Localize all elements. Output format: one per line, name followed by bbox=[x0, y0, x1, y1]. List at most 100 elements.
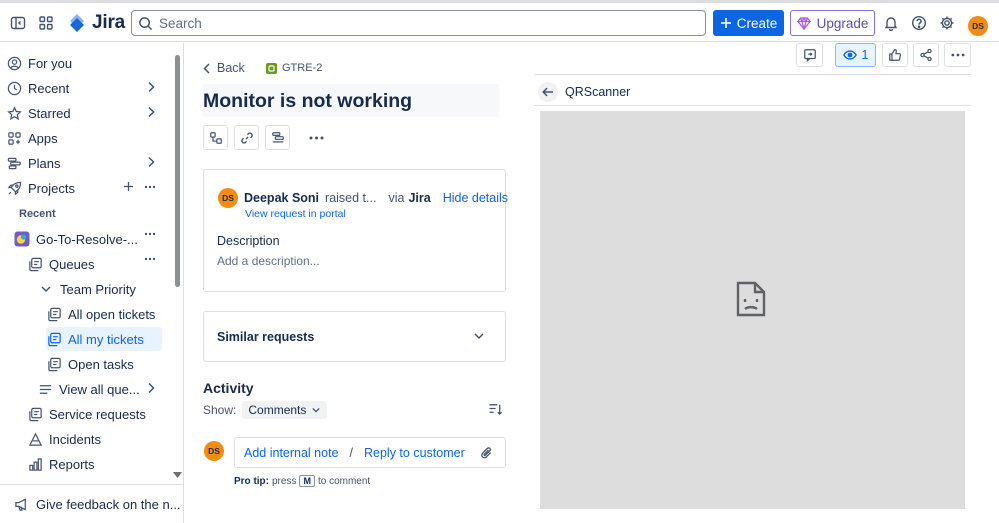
sidebar-item-queues[interactable]: Queues bbox=[27, 252, 164, 276]
create-label: Create bbox=[736, 15, 778, 31]
issue-title[interactable]: Monitor is not working bbox=[203, 84, 499, 117]
more-actions-icon[interactable] bbox=[144, 232, 156, 236]
reply-to-customer-button[interactable]: Reply to customer bbox=[364, 446, 465, 460]
more-actions-button[interactable] bbox=[304, 125, 328, 150]
back-label: Back bbox=[217, 61, 245, 75]
chevron-down-icon bbox=[312, 407, 321, 413]
add-project-plus-icon[interactable] bbox=[123, 181, 134, 192]
sidebar-item-incidents[interactable]: Incidents bbox=[27, 427, 164, 451]
sidebar-item-recent[interactable]: Recent bbox=[6, 76, 164, 100]
sidebar-scrollbar-thumb[interactable] bbox=[175, 55, 180, 287]
view-request-in-portal-link[interactable]: View request in portal bbox=[245, 208, 346, 220]
like-button[interactable] bbox=[882, 43, 908, 67]
activity-filter-dropdown[interactable]: Comments bbox=[242, 401, 328, 419]
sidebar-item-label: All my tickets bbox=[68, 331, 144, 347]
sidebar-item-service-requests[interactable]: Service requests bbox=[27, 402, 164, 426]
link-issue-button[interactable] bbox=[234, 125, 259, 150]
queue-icon bbox=[46, 356, 62, 372]
sidebar-item-starred[interactable]: Starred bbox=[6, 101, 164, 125]
chevron-right-icon[interactable] bbox=[146, 156, 156, 168]
link-icon bbox=[240, 131, 253, 144]
user-avatar[interactable]: DS bbox=[968, 16, 988, 36]
share-button[interactable] bbox=[913, 43, 939, 67]
comment-editor[interactable]: Add internal note / Reply to customer bbox=[234, 437, 506, 468]
sidebar: For you Recent Starred Apps Plans Projec… bbox=[0, 43, 184, 523]
sidebar-item-all-my-tickets[interactable]: All my tickets bbox=[46, 327, 162, 351]
more-horizontal-icon bbox=[950, 53, 965, 57]
sidebar-item-label: Apps bbox=[28, 130, 58, 146]
add-internal-note-button[interactable]: Add internal note bbox=[244, 446, 339, 460]
sidebar-item-projects[interactable]: Projects bbox=[6, 176, 164, 200]
sidebar-item-team-priority[interactable]: Team Priority bbox=[38, 277, 164, 301]
reporter-avatar[interactable]: DS bbox=[218, 188, 238, 208]
sidebar-project-go-to-resolve[interactable]: Go-To-Resolve-... bbox=[14, 227, 164, 251]
activity-filter-row: Show: Comments bbox=[203, 401, 328, 419]
chevron-right-icon[interactable] bbox=[146, 106, 156, 118]
give-feedback-button[interactable]: Give feedback on the n... bbox=[0, 484, 183, 523]
arrow-left-icon bbox=[542, 87, 553, 97]
protip-press: press bbox=[272, 475, 297, 487]
hide-details-link[interactable]: Hide details bbox=[443, 191, 508, 205]
sidebar-item-open-tasks[interactable]: Open tasks bbox=[46, 352, 164, 376]
upgrade-label: Upgrade bbox=[816, 15, 869, 31]
feedback-panel-button[interactable] bbox=[796, 43, 823, 67]
app-switcher-icon[interactable] bbox=[35, 12, 57, 34]
search-icon bbox=[139, 16, 153, 30]
apps-grid-icon bbox=[6, 130, 22, 146]
app-name: Jira bbox=[92, 12, 126, 33]
sidebar-item-label: Starred bbox=[28, 105, 71, 121]
eye-icon bbox=[842, 50, 857, 60]
sidebar-item-label: Service requests bbox=[49, 406, 146, 422]
panel-divider bbox=[534, 105, 971, 106]
chevron-right-icon[interactable] bbox=[146, 382, 156, 394]
gem-icon bbox=[796, 16, 811, 30]
reporter-name[interactable]: Deepak Soni bbox=[244, 191, 319, 205]
search-input[interactable]: Search bbox=[131, 10, 706, 36]
issue-key-link[interactable]: GTRE-2 bbox=[266, 62, 322, 74]
description-label: Description bbox=[217, 234, 280, 248]
watch-button[interactable]: 1 bbox=[835, 43, 876, 67]
settings-gear-icon[interactable] bbox=[936, 12, 958, 34]
sidebar-item-label: Queues bbox=[49, 256, 95, 272]
sidebar-item-for-you[interactable]: For you bbox=[6, 51, 164, 75]
more-horizontal-icon bbox=[309, 136, 323, 139]
sidebar-item-view-all-queues[interactable]: View all que... bbox=[37, 377, 164, 401]
plans-icon bbox=[6, 155, 22, 171]
sidebar-item-label: Plans bbox=[28, 155, 61, 171]
help-icon[interactable] bbox=[908, 12, 930, 34]
sidebar-item-reports[interactable]: Reports bbox=[27, 452, 164, 476]
sidebar-item-label: Team Priority bbox=[60, 281, 136, 297]
chevron-down-icon[interactable] bbox=[473, 331, 485, 341]
upgrade-button[interactable]: Upgrade bbox=[790, 10, 875, 36]
app-iframe[interactable] bbox=[540, 111, 965, 509]
recent-section-label: Recent bbox=[19, 208, 56, 220]
hierarchy-icon bbox=[209, 131, 222, 144]
panel-back-button[interactable] bbox=[538, 82, 558, 102]
sort-order-icon[interactable] bbox=[488, 402, 503, 416]
sidebar-item-all-open-tickets[interactable]: All open tickets bbox=[46, 302, 164, 326]
child-issue-button[interactable] bbox=[203, 125, 228, 150]
clock-icon bbox=[6, 80, 22, 96]
sidebar-toggle-icon[interactable] bbox=[7, 12, 29, 34]
sidebar-item-label: Recent bbox=[28, 80, 70, 96]
sidebar-item-plans[interactable]: Plans bbox=[6, 151, 164, 175]
scroll-down-arrow-icon[interactable] bbox=[173, 472, 182, 479]
attachment-paperclip-icon[interactable] bbox=[480, 446, 493, 460]
more-actions-icon[interactable] bbox=[144, 257, 156, 261]
description-field[interactable]: Add a description... bbox=[217, 254, 320, 268]
incident-triangle-icon bbox=[27, 431, 43, 447]
chevron-down-icon bbox=[38, 281, 54, 297]
star-icon bbox=[6, 105, 22, 121]
chevron-right-icon[interactable] bbox=[146, 81, 156, 93]
sidebar-item-apps[interactable]: Apps bbox=[6, 126, 164, 150]
timeline-button[interactable] bbox=[265, 125, 290, 150]
back-link[interactable]: Back bbox=[203, 61, 245, 75]
jira-logo[interactable]: Jira bbox=[68, 12, 125, 34]
right-more-actions-button[interactable] bbox=[944, 43, 971, 67]
create-button[interactable]: Create bbox=[713, 10, 784, 36]
more-actions-icon[interactable] bbox=[144, 185, 156, 189]
notifications-bell-icon[interactable] bbox=[880, 12, 902, 34]
sidebar-item-label: For you bbox=[28, 55, 73, 71]
sidebar-item-label: View all que... bbox=[59, 381, 140, 397]
similar-requests-panel[interactable]: Similar requests bbox=[203, 311, 506, 362]
